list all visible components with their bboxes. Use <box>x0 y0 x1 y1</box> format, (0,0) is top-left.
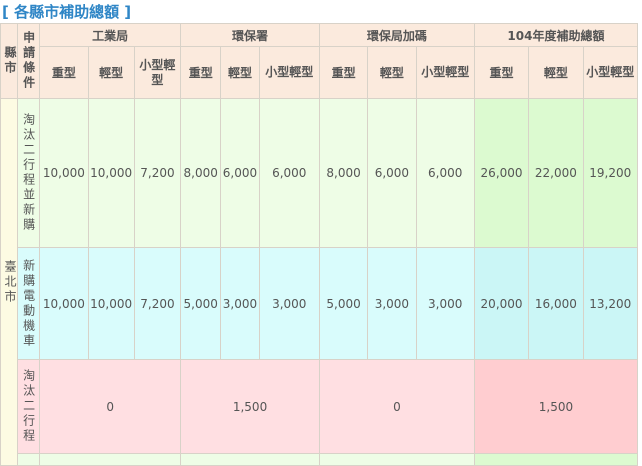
total-cell: 22,000 <box>528 98 584 248</box>
table-row: 新購電動機車 10,000 10,000 7,200 5,000 3,000 3… <box>1 247 639 360</box>
header-total-104: 104年度補助總額 <box>473 23 639 47</box>
value-cell: 6,000 <box>415 98 475 248</box>
value-cell: 7,200 <box>133 98 182 248</box>
header-city: 縣市 <box>0 23 19 99</box>
subheader-heavy: 重型 <box>180 46 222 99</box>
city-cell: 臺北市 <box>0 98 19 466</box>
value-cell: 3,000 <box>220 247 260 360</box>
table-row: 臺北市 淘汰二行程並新購 10,000 10,000 7,200 8,000 6… <box>0 98 639 466</box>
total-cell: 26,000 <box>473 98 530 248</box>
value-cell: 10,000 <box>87 247 135 360</box>
value-cell-merged: 0 <box>318 359 475 454</box>
header-epa: 環保署 <box>180 23 320 47</box>
page-title: [ 各縣市補助總額 ] <box>2 3 132 21</box>
subheader-heavy: 重型 <box>318 46 369 99</box>
condition-cell: 新購電動機車 <box>17 247 41 360</box>
value-cell-merged: 0 <box>39 359 182 454</box>
value-cell: 10,000 <box>39 247 89 360</box>
table-row: 淘汰二行程 0 1,500 0 1,500 <box>1 359 639 454</box>
total-cell: 20,000 <box>473 247 530 360</box>
subheader-light: 輕型 <box>528 46 584 99</box>
subheader-heavy: 重型 <box>473 46 530 99</box>
value-cell: 6,000 <box>220 98 260 248</box>
value-cell: 8,000 <box>318 98 369 248</box>
total-cell: 16,000 <box>528 247 584 360</box>
value-cell: 7,200 <box>133 247 182 360</box>
subheader-heavy: 重型 <box>39 46 89 99</box>
value-cell: 6,000 <box>258 98 320 248</box>
value-cell: 10,000 <box>87 98 135 248</box>
subheader-small-light: 小型輕型 <box>415 46 475 99</box>
subheader-light: 輕型 <box>220 46 260 99</box>
subheader-light: 輕型 <box>367 46 417 99</box>
value-cell: 6,000 <box>367 98 417 248</box>
value-cell: 3,000 <box>367 247 417 360</box>
value-cell-merged: 1,500 <box>180 359 320 454</box>
subheader-small-light: 小型輕型 <box>258 46 320 99</box>
value-cell: 5,000 <box>180 247 222 360</box>
value-cell: 5,000 <box>318 247 369 360</box>
total-cell: 13,200 <box>582 247 639 360</box>
subheader-light: 輕型 <box>87 46 135 99</box>
total-cell: 19,200 <box>582 98 639 248</box>
total-cell-merged: 1,500 <box>473 359 639 454</box>
condition-cell: 淘汰二行程 <box>17 359 41 454</box>
value-cell: 3,000 <box>415 247 475 360</box>
value-cell: 3,000 <box>258 247 320 360</box>
subheader-small-light: 小型輕型 <box>582 46 639 99</box>
header-condition: 申請條件 <box>17 23 41 99</box>
header-local-epb: 環保局加碼 <box>318 23 475 47</box>
subsidy-table: 縣市 申請條件 工業局 環保署 環保局加碼 104年度補助總額 重型 輕型 小型… <box>0 23 639 466</box>
value-cell: 10,000 <box>39 98 89 248</box>
header-industry-bureau: 工業局 <box>39 23 182 47</box>
condition-cell: 淘汰二行程並新購 <box>17 98 41 248</box>
table-row-partial <box>1 453 639 466</box>
value-cell: 8,000 <box>180 98 222 248</box>
subheader-small-light: 小型輕型 <box>133 46 182 99</box>
